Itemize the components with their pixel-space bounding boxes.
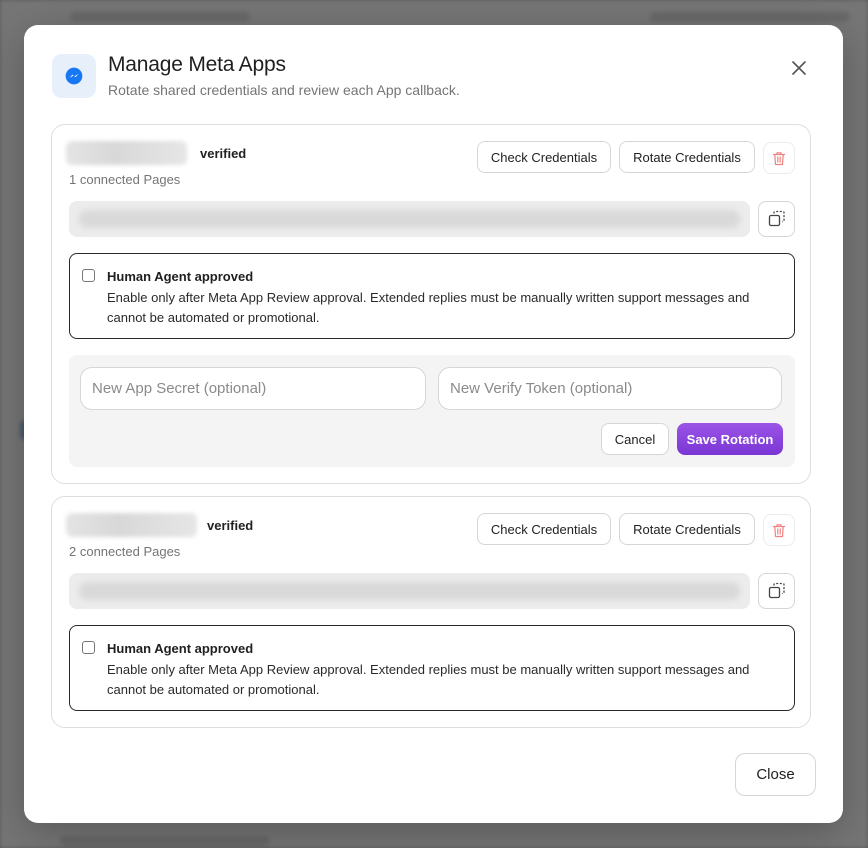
verified-badge: verified (200, 146, 247, 161)
messenger-icon (52, 54, 96, 98)
human-agent-option: Human Agent approved Enable only after M… (69, 625, 795, 711)
close-icon[interactable] (788, 57, 810, 79)
save-rotation-button[interactable]: Save Rotation (677, 423, 783, 455)
human-agent-option: Human Agent approved Enable only after M… (69, 253, 795, 339)
human-agent-checkbox[interactable] (82, 269, 95, 282)
new-verify-token-input[interactable] (438, 367, 782, 410)
human-agent-title: Human Agent approved (107, 641, 254, 656)
cancel-button[interactable]: Cancel (601, 423, 669, 455)
meta-app-card: verified 1 connected Pages Check Credent… (51, 124, 811, 484)
rotation-panel: Cancel Save Rotation (69, 355, 795, 467)
connected-pages-count: 1 connected Pages (69, 172, 181, 187)
rotate-credentials-button[interactable]: Rotate Credentials (619, 141, 755, 173)
copy-icon[interactable] (758, 573, 795, 609)
human-agent-description: Enable only after Meta App Review approv… (107, 290, 750, 325)
callback-url-redacted (69, 201, 750, 237)
manage-meta-apps-dialog: Manage Meta Apps Rotate shared credentia… (24, 25, 843, 823)
close-button[interactable]: Close (735, 753, 816, 796)
trash-icon[interactable] (763, 142, 795, 174)
dialog-subtitle: Rotate shared credentials and review eac… (108, 82, 460, 98)
check-credentials-button[interactable]: Check Credentials (477, 513, 611, 545)
meta-app-card: verified 2 connected Pages Check Credent… (51, 496, 811, 728)
connected-pages-count: 2 connected Pages (69, 544, 181, 559)
app-name-redacted (66, 513, 197, 537)
human-agent-title: Human Agent approved (107, 269, 254, 284)
callback-url-redacted (69, 573, 750, 609)
new-app-secret-input[interactable] (80, 367, 426, 410)
human-agent-description: Enable only after Meta App Review approv… (107, 662, 750, 697)
verified-badge: verified (207, 518, 254, 533)
trash-icon[interactable] (763, 514, 795, 546)
app-name-redacted (66, 141, 187, 165)
dialog-title: Manage Meta Apps (108, 53, 286, 76)
copy-icon[interactable] (758, 201, 795, 237)
rotate-credentials-button[interactable]: Rotate Credentials (619, 513, 755, 545)
human-agent-checkbox[interactable] (82, 641, 95, 654)
check-credentials-button[interactable]: Check Credentials (477, 141, 611, 173)
